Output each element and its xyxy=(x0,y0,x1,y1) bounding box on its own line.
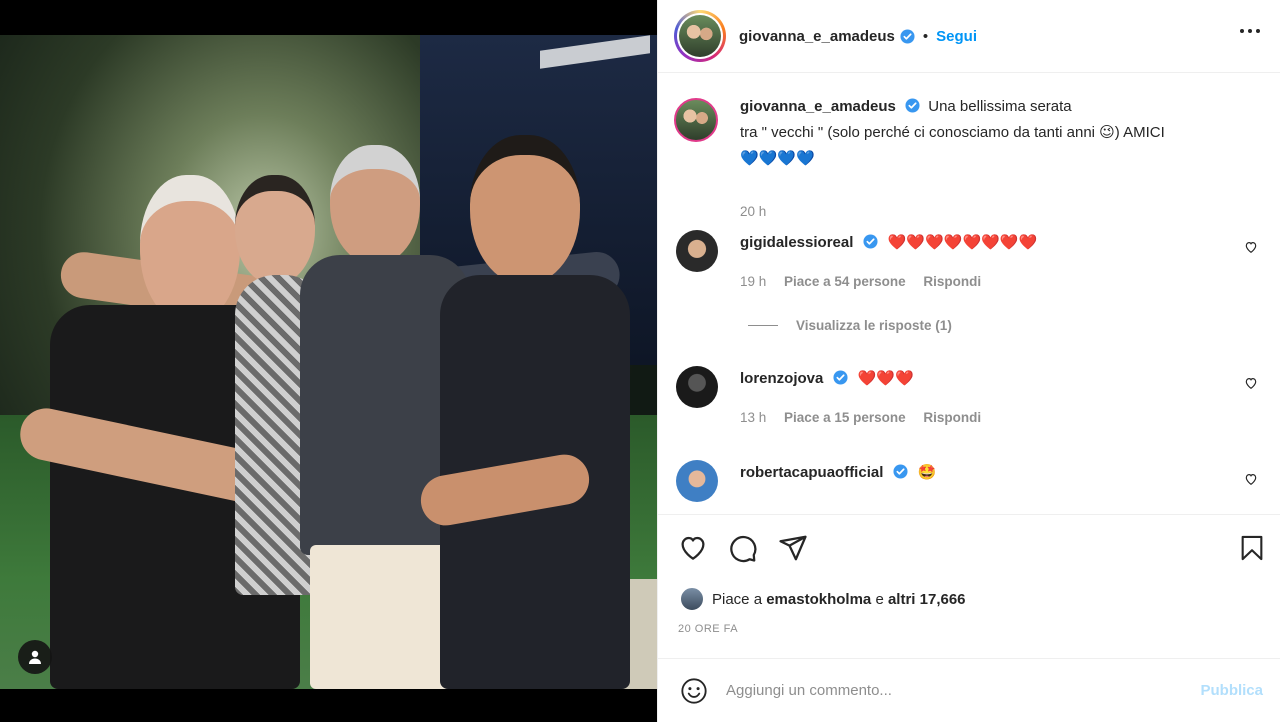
view-replies-button[interactable]: Visualizza le risposte (1) xyxy=(748,318,952,333)
bookmark-icon[interactable] xyxy=(1238,533,1266,563)
comment-likes[interactable]: Piace a 54 persone xyxy=(784,274,906,289)
comment-icon[interactable] xyxy=(728,533,758,563)
publish-button[interactable]: Pubblica xyxy=(1200,682,1263,699)
comment-text: ❤️❤️❤️ xyxy=(857,370,914,387)
comment-heart-icon[interactable] xyxy=(1244,472,1258,486)
verified-icon xyxy=(863,234,878,249)
verified-icon xyxy=(893,464,908,479)
comments-list[interactable]: giovanna_e_amadeus Una bellissima serata… xyxy=(658,74,1280,512)
likes-summary[interactable]: Piace a emastokholma e altri 17,666 xyxy=(680,587,966,611)
caption-time: 20 h xyxy=(740,204,767,219)
person-4 xyxy=(416,135,640,689)
action-icons-row xyxy=(678,533,1268,565)
post-header: giovanna_e_amadeus • Segui xyxy=(658,0,1280,73)
emoji-icon[interactable] xyxy=(680,677,708,705)
caption-text-line2: tra " vecchi " (solo perché ci conosciam… xyxy=(740,124,1165,141)
verified-icon xyxy=(905,98,920,113)
commenter-avatar[interactable] xyxy=(676,366,718,408)
commenter-avatar[interactable] xyxy=(676,460,718,502)
caption-username[interactable]: giovanna_e_amadeus xyxy=(740,98,896,115)
more-icon[interactable] xyxy=(1239,28,1261,34)
caption-avatar[interactable] xyxy=(674,98,718,142)
author-avatar[interactable] xyxy=(674,10,726,62)
caption-text-line3: 💙💙💙💙 xyxy=(740,150,815,167)
comment-likes[interactable]: Piace a 15 persone xyxy=(784,410,906,425)
heart-icon[interactable] xyxy=(678,533,708,563)
post-sidebar: giovanna_e_amadeus • Segui giovanna_e_am… xyxy=(657,0,1280,722)
comment-time: 13 h xyxy=(740,410,767,425)
likes-prefix: Piace a xyxy=(712,590,763,608)
verified-icon xyxy=(900,28,915,44)
comment-item: gigidalessioreal ❤️❤️❤️❤️❤️❤️❤️❤️ 19 h P… xyxy=(674,230,1274,340)
verified-icon xyxy=(833,370,848,385)
post-photo[interactable] xyxy=(0,35,657,689)
liker-username[interactable]: emastokholma xyxy=(766,591,871,608)
commenter-avatar[interactable] xyxy=(676,230,718,272)
separator-dot: • xyxy=(922,27,929,45)
comment-heart-icon[interactable] xyxy=(1244,376,1258,390)
liker-avatar xyxy=(680,587,704,611)
author-username[interactable]: giovanna_e_amadeus xyxy=(739,28,895,45)
commenter-username[interactable]: gigidalessioreal xyxy=(740,234,853,251)
comment-item: lorenzojova ❤️❤️❤️ 13 h Piace a 15 perso… xyxy=(674,366,1274,446)
share-icon[interactable] xyxy=(778,533,808,563)
comment-text: 🤩 xyxy=(917,464,937,481)
likes-conj: e xyxy=(875,590,884,608)
instagram-post: giovanna_e_amadeus • Segui giovanna_e_am… xyxy=(0,0,1280,722)
user-tag-button[interactable] xyxy=(18,640,52,674)
comment-time: 19 h xyxy=(740,274,767,289)
commenter-username[interactable]: lorenzojova xyxy=(740,370,823,387)
add-comment-bar: Pubblica xyxy=(658,658,1280,722)
comment-text: ❤️❤️❤️❤️❤️❤️❤️❤️ xyxy=(887,234,1038,251)
post-media[interactable] xyxy=(0,0,657,722)
commenter-username[interactable]: robertacapuaofficial xyxy=(740,464,883,481)
comment-input[interactable] xyxy=(726,682,1166,699)
reply-button[interactable]: Rispondi xyxy=(923,410,981,425)
likes-others[interactable]: altri 17,666 xyxy=(888,591,966,608)
user-tag-icon xyxy=(29,650,41,664)
comment-heart-icon[interactable] xyxy=(1244,240,1258,254)
caption-text-line1: Una bellissima serata xyxy=(928,98,1072,115)
follow-button[interactable]: Segui xyxy=(936,28,977,45)
post-date[interactable]: 20 ORE FA xyxy=(678,623,738,635)
comment-item: robertacapuaofficial 🤩 xyxy=(674,460,1274,512)
caption: giovanna_e_amadeus Una bellissima serata… xyxy=(674,94,1274,219)
reply-button[interactable]: Rispondi xyxy=(923,274,981,289)
